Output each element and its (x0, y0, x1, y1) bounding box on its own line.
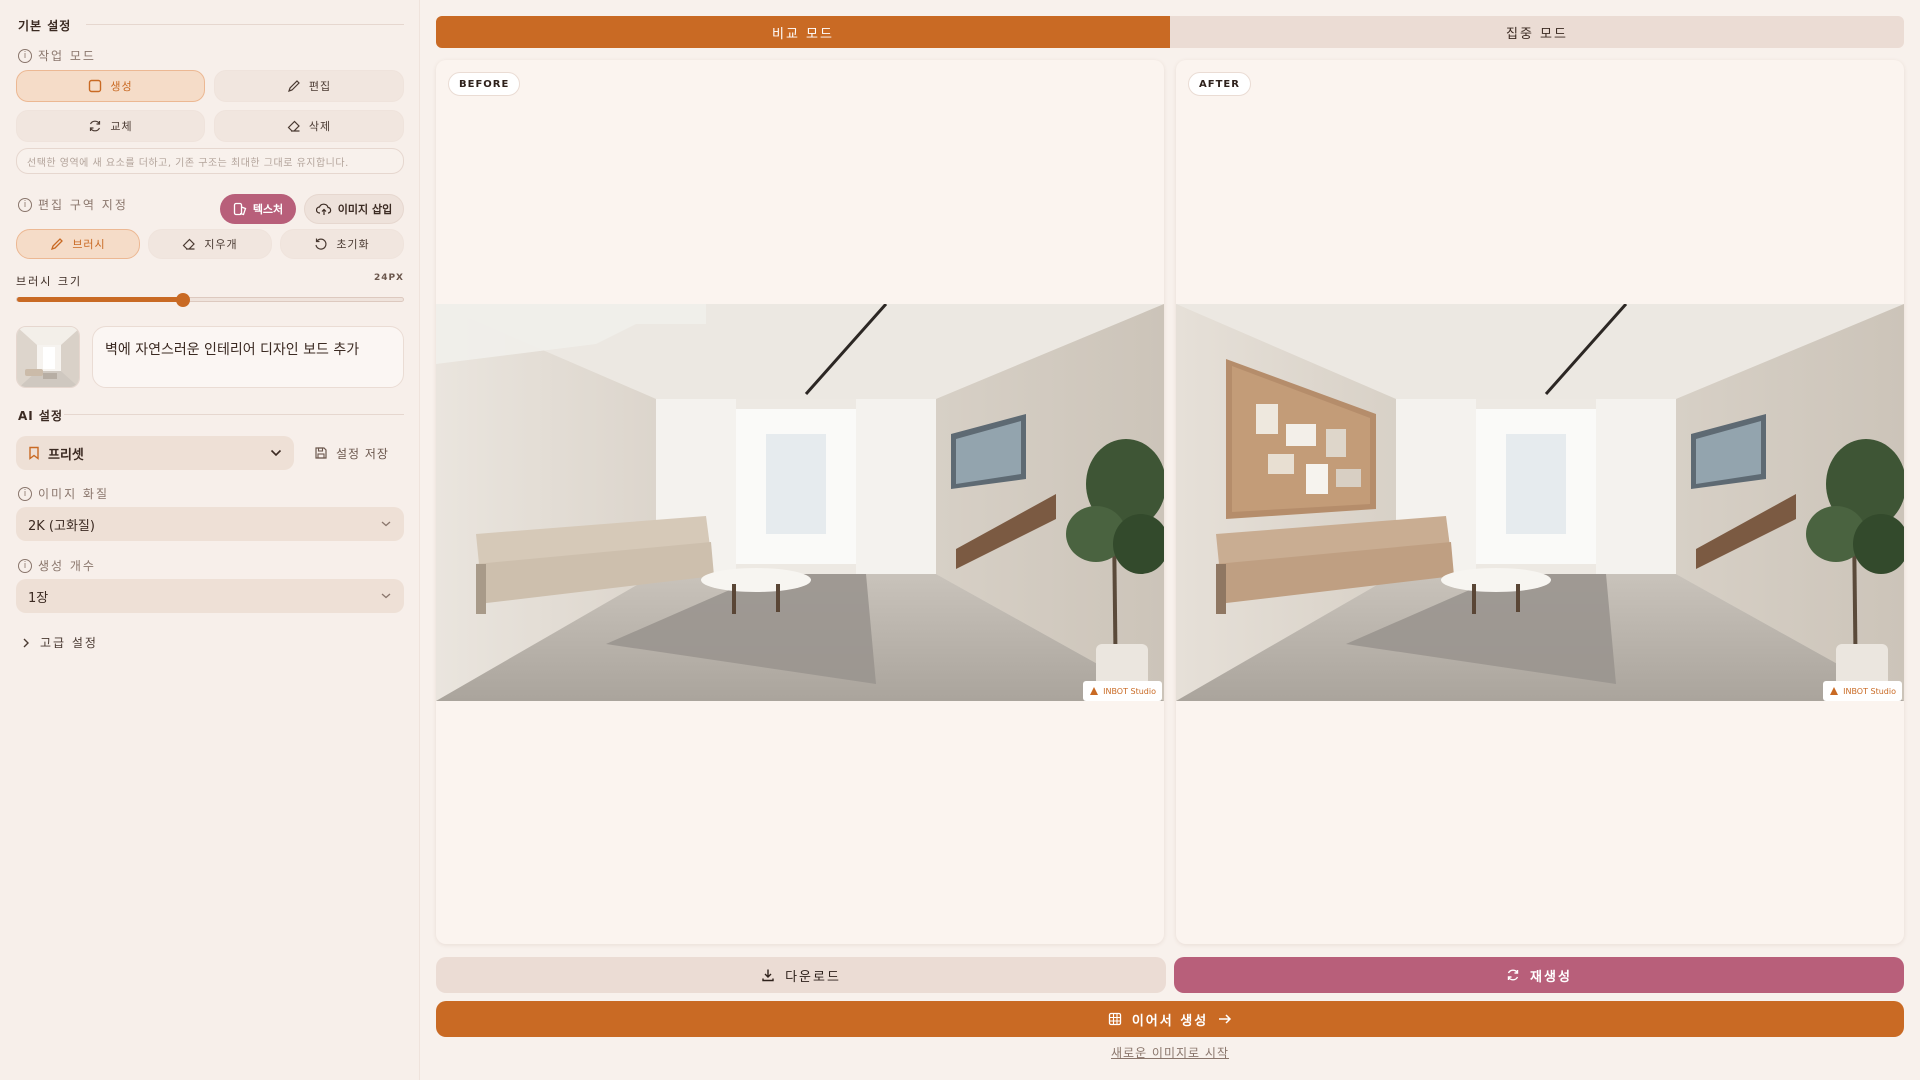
image-quality-select[interactable]: 2K (고화질) (16, 507, 404, 541)
after-image[interactable] (1176, 304, 1904, 701)
new-image-link[interactable]: 새로운 이미지로 시작 (436, 1044, 1904, 1061)
image-insert-button[interactable]: 이미지 삽입 (304, 194, 404, 224)
brush-size-label: 브러시 크기 (16, 275, 83, 288)
mode-replace-button[interactable]: 교체 (16, 110, 205, 142)
before-image[interactable] (436, 304, 1164, 701)
slider-fill (17, 297, 183, 302)
tab-compare[interactable]: 비교 모드 (436, 16, 1170, 48)
pencil-icon (287, 80, 300, 92)
basic-settings-title: 기본 설정 (18, 19, 72, 33)
save-icon (315, 447, 327, 459)
tab-focus[interactable]: 집중 모드 (1170, 16, 1904, 48)
mode-create-button[interactable]: 생성 (16, 70, 205, 102)
after-badge: AFTER (1188, 72, 1251, 96)
brush-icon (51, 238, 64, 251)
watermark: INBOT Studio (1083, 681, 1162, 701)
preset-dropdown[interactable]: 프리셋 (16, 436, 294, 470)
sidebar: 기본 설정 i 작업 모드 생성 편집 교체 삭제 선택한 영역에 새 요소를 … (0, 0, 420, 1080)
info-icon: i (18, 486, 32, 501)
count-select[interactable]: 1장 (16, 579, 404, 613)
download-button[interactable]: 다운로드 (436, 957, 1166, 993)
view-mode-tabs: 비교 모드 집중 모드 (436, 16, 1904, 48)
reset-icon (315, 238, 327, 250)
brush-size-slider[interactable] (16, 293, 404, 307)
work-mode-label: i 작업 모드 (18, 47, 96, 64)
info-icon: i (18, 558, 32, 573)
info-icon: i (18, 197, 32, 212)
chevron-right-icon (23, 638, 29, 647)
eraser-icon (287, 120, 300, 132)
regenerate-button[interactable]: 재생성 (1174, 957, 1904, 993)
refresh-icon (1507, 969, 1519, 981)
cloud-upload-icon (315, 203, 331, 215)
before-badge: BEFORE (448, 72, 521, 96)
brand-logo-icon (1830, 687, 1839, 695)
eraser-tool-button[interactable]: 지우개 (148, 229, 272, 259)
grid-icon (1108, 1012, 1121, 1026)
texture-button[interactable]: 텍스처 (220, 194, 296, 224)
watermark: INBOT Studio (1823, 681, 1902, 701)
chevron-down-icon (381, 521, 391, 527)
reset-tool-button[interactable]: 초기화 (280, 229, 404, 259)
prompt-input[interactable]: 벽에 자연스러운 인테리어 디자인 보드 추가 (92, 326, 404, 388)
info-icon: i (18, 48, 32, 63)
slider-thumb[interactable] (175, 293, 190, 307)
arrow-right-icon (1219, 1014, 1232, 1024)
brand-logo-icon (1090, 687, 1099, 695)
room-thumbnail-image (17, 327, 79, 387)
image-quality-label: i 이미지 화질 (18, 485, 109, 502)
brush-tool-button[interactable]: 브러시 (16, 229, 140, 259)
mode-delete-button[interactable]: 삭제 (214, 110, 404, 142)
eraser-icon (182, 238, 196, 250)
count-label: i 생성 개수 (18, 557, 96, 574)
new-image-link-wrap: 새로운 이미지로 시작 (436, 1044, 1904, 1064)
chevron-down-icon (270, 449, 282, 457)
bookmark-icon (29, 446, 39, 460)
divider (86, 24, 404, 25)
texture-icon (233, 202, 247, 216)
after-panel: AFTER INBOT Studio (1176, 60, 1904, 944)
download-icon (762, 969, 774, 982)
ai-settings-title: AI 설정 (18, 409, 64, 423)
continue-generate-button[interactable]: 이어서 생성 (436, 1001, 1904, 1037)
save-settings-button[interactable]: 설정 저장 (314, 436, 389, 470)
divider (64, 414, 404, 415)
refresh-icon (90, 120, 101, 132)
square-icon (89, 79, 102, 93)
chevron-down-icon (381, 593, 391, 599)
mode-hint: 선택한 영역에 새 요소를 더하고, 기존 구조는 최대한 그대로 유지합니다. (16, 148, 404, 174)
advanced-settings-toggle[interactable]: 고급 설정 (22, 634, 98, 651)
edit-area-label: i 편집 구역 지정 (18, 196, 128, 213)
brush-size-value: 24PX (373, 273, 404, 283)
mode-edit-button[interactable]: 편집 (214, 70, 404, 102)
reference-thumbnail[interactable] (16, 326, 80, 388)
before-panel: BEFORE INBOT Studio (436, 60, 1164, 944)
